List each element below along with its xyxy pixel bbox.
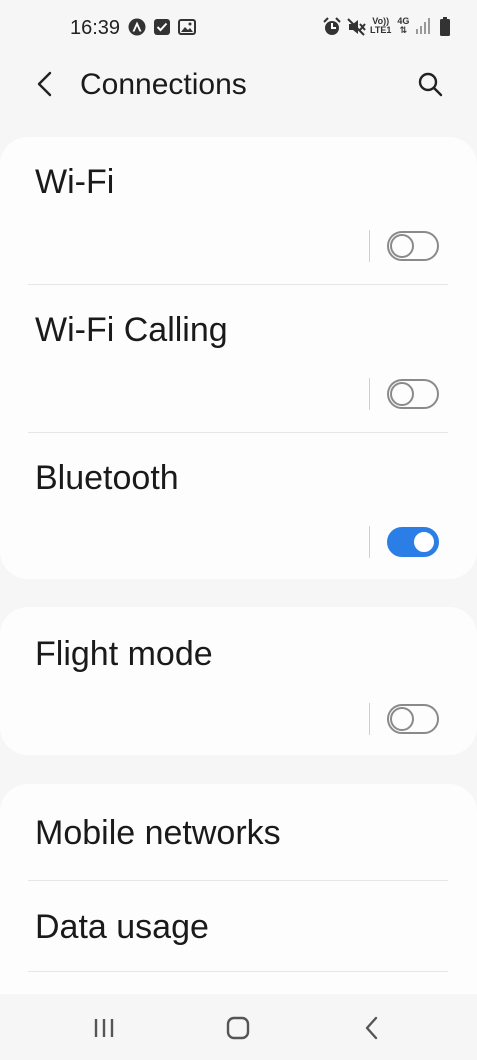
flight-mode-toggle[interactable] (387, 704, 439, 734)
mute-icon (346, 17, 366, 36)
system-status-icons: Vo)) LTE1 4G ⇅ (322, 16, 457, 36)
toggle-knob (390, 707, 414, 731)
notification-icons (128, 18, 196, 36)
page-title: Connections (80, 68, 247, 101)
alarm-icon (322, 17, 341, 35)
toggle-knob (390, 234, 414, 258)
volte-indicator: Vo)) LTE1 (370, 16, 392, 35)
data-usage-item[interactable]: Data usage (0, 881, 477, 973)
row-divider (369, 230, 370, 262)
recent-apps-icon (94, 1019, 114, 1037)
wifi-row[interactable]: Wi-Fi (0, 137, 477, 285)
flight-mode-card: Flight mode (0, 607, 477, 755)
status-bar: 16:39 Vo)) LTE1 4G ⇅ (0, 0, 477, 58)
signal-icon (415, 17, 433, 35)
separator (28, 971, 448, 972)
row-divider (369, 703, 370, 735)
bluetooth-toggle[interactable] (387, 527, 439, 557)
bluetooth-label: Bluetooth (35, 459, 179, 497)
back-button[interactable] (30, 70, 60, 100)
wireless-settings-card: Wi-Fi Wi-Fi Calling Bluetooth (0, 137, 477, 579)
toggle-knob (390, 382, 414, 406)
home-icon (226, 1016, 250, 1040)
wifi-calling-toggle[interactable] (387, 379, 439, 409)
gallery-notification-icon (178, 18, 196, 36)
wifi-calling-row[interactable]: Wi-Fi Calling (0, 285, 477, 433)
network-type-indicator: 4G ⇅ (397, 16, 410, 35)
flight-mode-row[interactable]: Flight mode (0, 607, 477, 755)
bluetooth-row[interactable]: Bluetooth (0, 433, 477, 579)
status-time: 16:39 (70, 17, 121, 39)
wifi-label: Wi-Fi (35, 163, 115, 201)
app-notification-icon (128, 18, 146, 36)
row-divider (369, 526, 370, 558)
mobile-networks-label: Mobile networks (35, 814, 281, 852)
app-bar: Connections (0, 58, 477, 118)
search-icon (418, 72, 443, 97)
recent-apps-button[interactable] (90, 1014, 118, 1042)
row-divider (369, 378, 370, 410)
data-arrows-icon: ⇅ (399, 25, 408, 35)
search-button[interactable] (416, 70, 446, 100)
navigation-bar (0, 994, 477, 1060)
data-usage-label: Data usage (35, 908, 209, 946)
wifi-calling-label: Wi-Fi Calling (35, 311, 228, 349)
flight-mode-label: Flight mode (35, 635, 213, 673)
mobile-networks-item[interactable]: Mobile networks (0, 784, 477, 880)
checkbox-notification-icon (153, 18, 171, 36)
wifi-toggle[interactable] (387, 231, 439, 261)
network-links-card: Mobile networks Data usage (0, 784, 477, 994)
battery-icon (439, 17, 457, 36)
home-button[interactable] (224, 1014, 252, 1042)
back-chevron-icon (365, 1016, 378, 1040)
toggle-knob (412, 530, 436, 554)
back-nav-button[interactable] (358, 1014, 386, 1042)
back-arrow-icon (37, 71, 52, 97)
